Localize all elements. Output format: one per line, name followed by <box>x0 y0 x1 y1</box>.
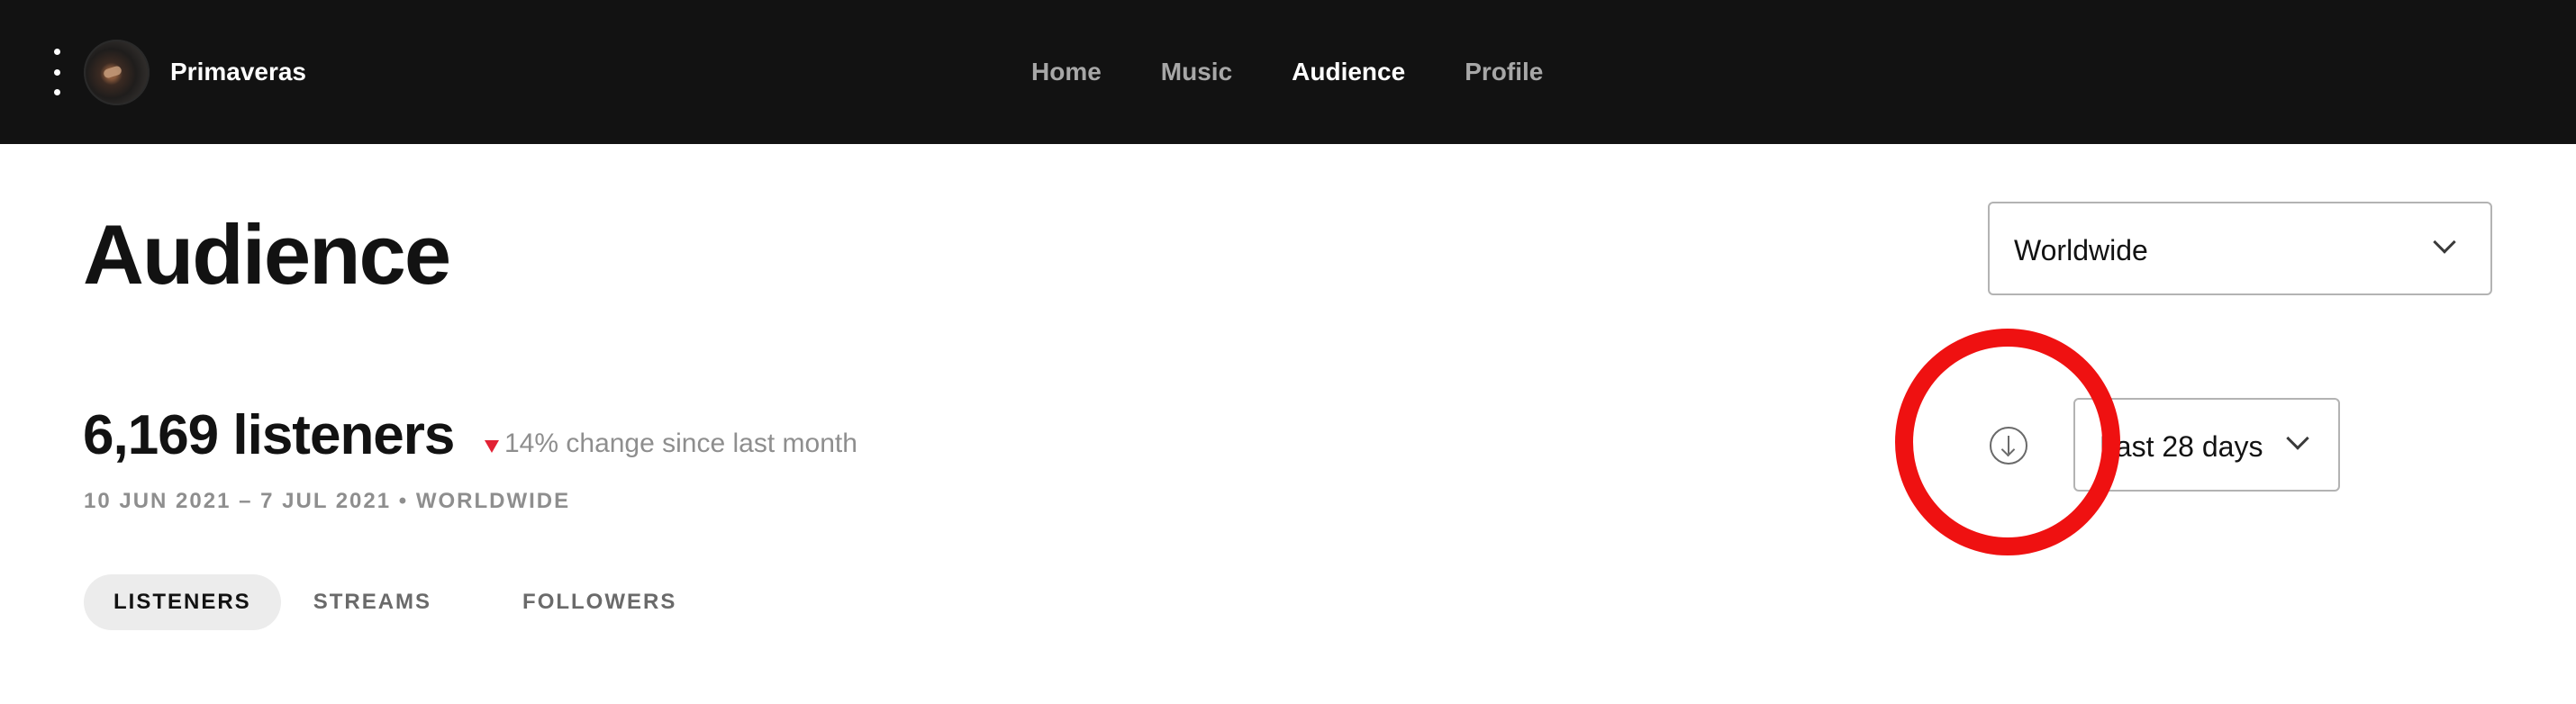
tab-streams[interactable]: STREAMS <box>284 574 461 630</box>
download-arrow-head <box>2000 442 2016 457</box>
artist-name[interactable]: Primaveras <box>170 56 306 88</box>
change-indicator: 14% change since last month <box>485 428 857 460</box>
dot <box>53 89 60 95</box>
dot <box>53 68 60 76</box>
page-title: Audience <box>83 207 451 302</box>
date-range-caption: 10 JUN 2021 – 7 JUL 2021 • WORLDWIDE <box>84 489 571 513</box>
top-bar: Primaveras Home Music Audience Profile <box>0 0 2576 144</box>
tab-listeners[interactable]: LISTENERS <box>84 574 281 630</box>
dot <box>53 49 60 55</box>
chevron-down-icon <box>2286 427 2309 450</box>
nav-home[interactable]: Home <box>1031 56 1102 88</box>
artist-avatar[interactable] <box>84 40 150 105</box>
nav-music[interactable]: Music <box>1161 56 1232 88</box>
region-dropdown[interactable]: Worldwide <box>1988 202 2492 295</box>
nav-audience[interactable]: Audience <box>1292 56 1405 88</box>
region-dropdown-value: Worldwide <box>2014 234 2148 266</box>
tab-followers[interactable]: FOLLOWERS <box>493 574 706 630</box>
down-triangle-icon <box>485 440 499 453</box>
period-dropdown[interactable]: Last 28 days <box>2073 398 2340 492</box>
period-dropdown-value: Last 28 days <box>2100 430 2263 463</box>
main-nav: Home Music Audience Profile <box>1031 56 1543 88</box>
nav-profile[interactable]: Profile <box>1465 56 1543 88</box>
download-icon[interactable] <box>1990 427 2027 465</box>
more-options-icon[interactable] <box>43 49 70 95</box>
listeners-count: 6,169 listeners <box>83 404 455 466</box>
metric-tabs: LISTENERS STREAMS FOLLOWERS <box>84 574 706 630</box>
change-text: 14% change since last month <box>504 429 857 458</box>
chevron-down-icon <box>2433 230 2456 254</box>
